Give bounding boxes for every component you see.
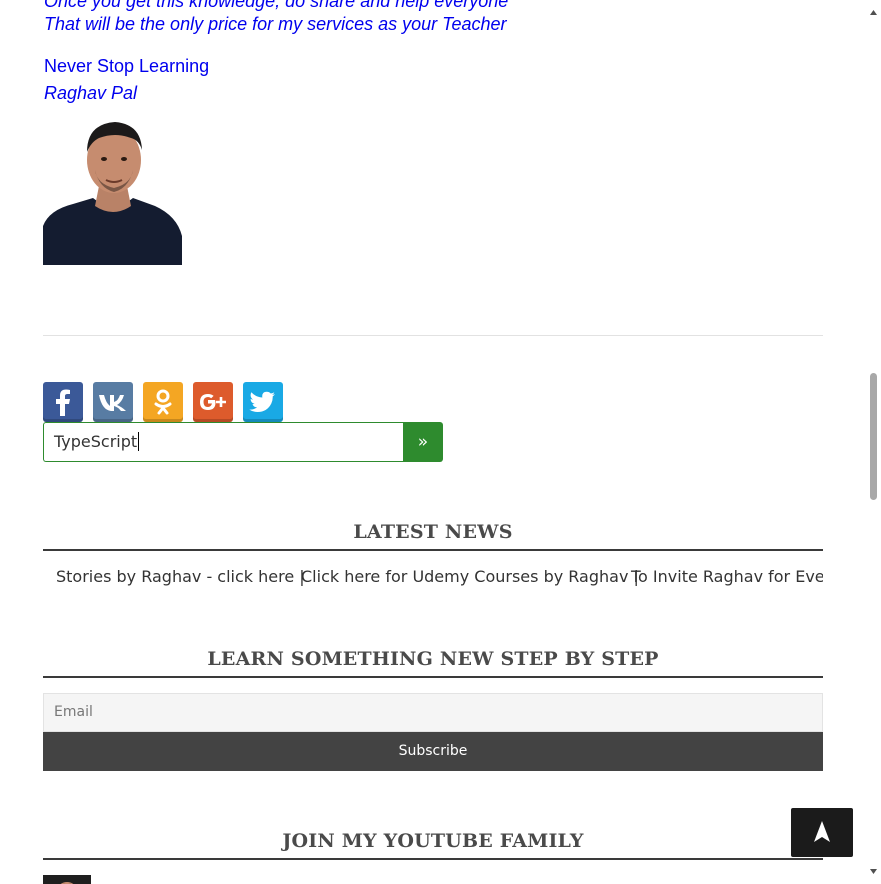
twitter-share-button[interactable] — [243, 382, 283, 422]
email-field[interactable]: Email — [43, 693, 823, 732]
vk-icon — [99, 395, 126, 411]
vk-share-button[interactable] — [93, 382, 133, 422]
vertical-scrollbar[interactable] — [866, 0, 881, 884]
content-divider — [43, 335, 823, 336]
author-portrait — [43, 118, 182, 265]
odnoklassniki-share-button[interactable] — [143, 382, 183, 422]
author-name: Raghav Pal — [44, 83, 138, 103]
subscribe-button[interactable]: Subscribe — [43, 732, 823, 771]
youtube-thumbnail[interactable] — [43, 875, 91, 884]
news-link-invite[interactable]: To Invite Raghav for Event — [631, 567, 823, 586]
quote-line-2: That will be the only price for my servi… — [44, 14, 507, 34]
up-arrow-icon — [814, 821, 830, 842]
newsletter-rule — [43, 676, 823, 678]
youtube-title: JOIN MY YOUTUBE FAMILY — [282, 830, 584, 852]
search-submit-button[interactable]: » — [403, 422, 443, 462]
quote-line-1: Once you get this knowledge, do share an… — [44, 0, 509, 11]
facebook-icon — [56, 389, 70, 416]
latest-news-title: LATEST NEWS — [353, 521, 513, 543]
motto-text: Never Stop Learning — [44, 56, 210, 76]
scroll-down-arrow-icon[interactable] — [869, 867, 878, 876]
page: Once you get this knowledge, do share an… — [0, 0, 866, 884]
text-caret — [138, 432, 140, 451]
facebook-share-button[interactable] — [43, 382, 83, 422]
search-input[interactable]: TypeScript — [43, 422, 403, 462]
latest-news-ticker: Stories by Raghav - click here | Click h… — [43, 565, 823, 589]
news-link-stories[interactable]: Stories by Raghav - click here | — [56, 567, 305, 586]
back-to-top-button[interactable] — [791, 808, 853, 857]
search-input-value: TypeScript — [54, 432, 138, 451]
news-link-udemy[interactable]: Click here for Udemy Courses by Raghav | — [301, 567, 639, 586]
twitter-icon — [249, 391, 275, 412]
google-plus-icon — [200, 394, 226, 410]
youtube-rule — [43, 858, 823, 860]
scrollbar-thumb[interactable] — [870, 373, 877, 500]
latest-news-rule — [43, 549, 823, 551]
scroll-up-arrow-icon[interactable] — [869, 8, 878, 17]
google-plus-share-button[interactable] — [193, 382, 233, 422]
odnoklassniki-icon — [154, 389, 172, 415]
search-form: TypeScript » — [43, 422, 443, 462]
newsletter-title: LEARN SOMETHING NEW STEP BY STEP — [207, 648, 659, 670]
